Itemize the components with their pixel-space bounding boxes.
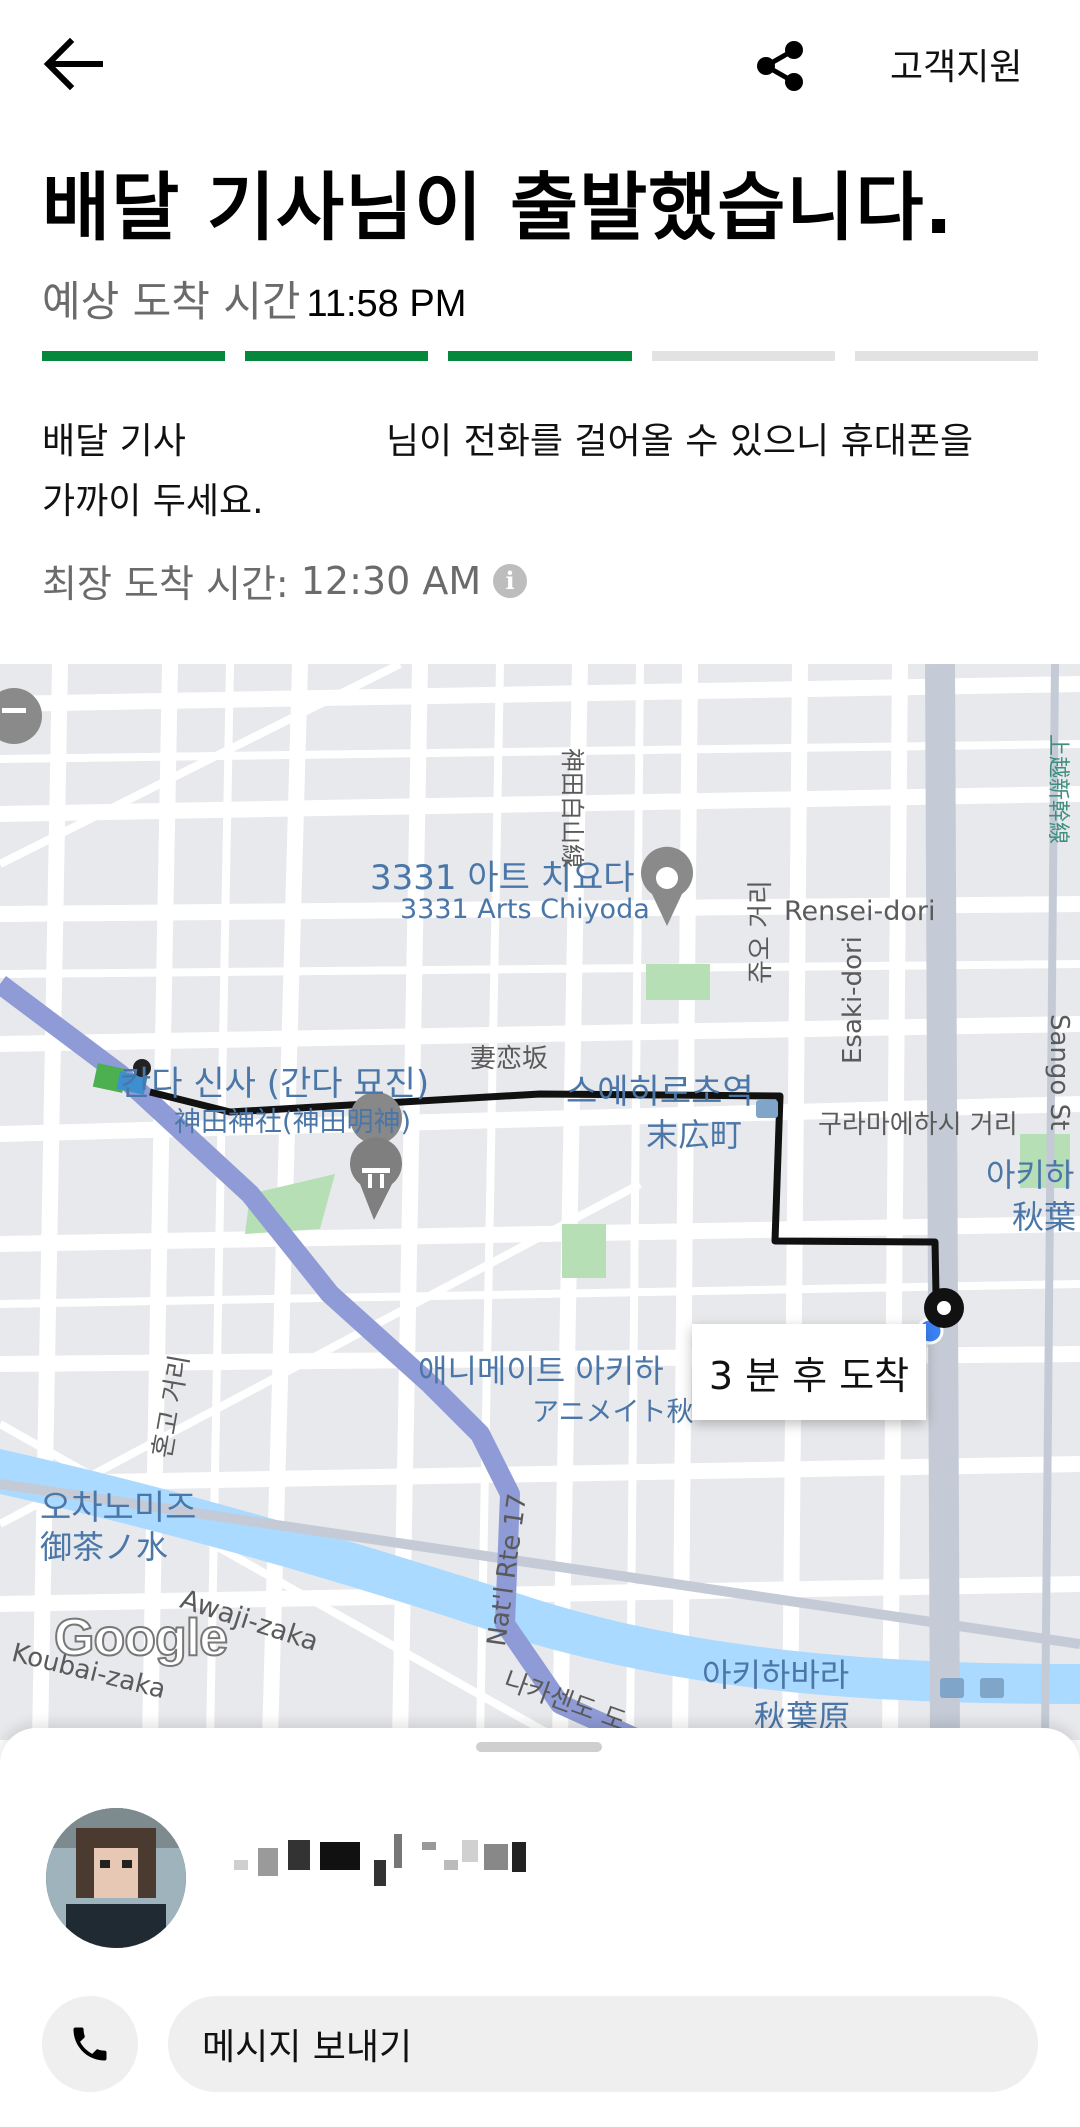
notice-text: 가까이 두세요. bbox=[42, 481, 264, 522]
eta-time: 11:58 PM bbox=[306, 283, 467, 325]
map-label: 스에히로초역 bbox=[566, 1072, 754, 1112]
driver-name-redacted bbox=[234, 1834, 526, 1886]
status-headline: 배달 기사님이 출발했습니다. bbox=[42, 165, 954, 251]
map-label: 아키하바라 bbox=[702, 1656, 850, 1694]
map-label: Sango St bbox=[1044, 1014, 1074, 1131]
map-canvas bbox=[0, 664, 1080, 1740]
notice-text: 님이 전화를 걸어올 수 있으니 휴대폰을 bbox=[385, 421, 974, 462]
map-label: 3331 Arts Chiyoda bbox=[400, 894, 650, 925]
call-button[interactable] bbox=[42, 1996, 138, 2092]
map-label: Esaki-dori bbox=[838, 936, 868, 1064]
map-label: 쥬오 거리 bbox=[746, 880, 776, 984]
delivery-map[interactable]: 3331 아트 치요다 3331 Arts Chiyoda 칸다 신사 (간다 … bbox=[0, 664, 1080, 1740]
eta-row: 예상 도착 시간 11:58 PM bbox=[42, 268, 466, 329]
map-label: 칸다 신사 (간다 묘진) bbox=[120, 1064, 430, 1104]
driver-call-notice: 배달 기사 님이 전화를 걸어올 수 있으니 휴대폰을 가까이 두세요. bbox=[42, 412, 1042, 532]
driver-avatar bbox=[46, 1808, 186, 1948]
share-icon bbox=[757, 41, 803, 91]
map-label: 御茶ノ水 bbox=[40, 1528, 169, 1566]
eta-label: 예상 도착 시간 bbox=[42, 277, 301, 326]
support-link[interactable]: 고객지원 bbox=[890, 38, 1022, 90]
latest-arrival-label: 최장 도착 시간: bbox=[42, 562, 289, 606]
eta-bubble: 3 분 후 도착 bbox=[692, 1324, 926, 1420]
arrow-left-icon bbox=[43, 37, 103, 91]
map-label: 妻恋坂 bbox=[470, 1044, 549, 1074]
map-label: 秋葉 bbox=[1012, 1198, 1077, 1236]
map-label: 神田白山線 bbox=[558, 748, 586, 868]
progress-step bbox=[854, 351, 1039, 361]
top-bar: 고객지원 bbox=[0, 0, 1080, 130]
progress-step bbox=[651, 351, 835, 361]
map-label: 아키하 bbox=[986, 1156, 1075, 1194]
map-label: 애니메이트 아키하 bbox=[418, 1352, 664, 1390]
phone-icon bbox=[73, 2027, 107, 2061]
map-label: アニメイト秋 bbox=[532, 1397, 694, 1428]
map-label: Rensei-dori bbox=[784, 896, 936, 927]
map-label: 末広町 bbox=[646, 1116, 743, 1154]
back-button[interactable] bbox=[40, 36, 106, 92]
notice-text: 배달 기사 bbox=[42, 421, 186, 462]
progress-step bbox=[42, 351, 226, 361]
info-icon[interactable]: i bbox=[493, 563, 528, 598]
google-logo: Google bbox=[53, 1608, 229, 1668]
send-message-button[interactable]: 메시지 보내기 bbox=[168, 1996, 1038, 2092]
latest-arrival-time: 12:30 AM bbox=[300, 558, 482, 603]
driver-sheet: 메시지 보내기 bbox=[0, 1728, 1080, 2127]
map-label: 3331 아트 치요다 bbox=[370, 858, 635, 898]
share-button[interactable] bbox=[750, 38, 810, 94]
progress-step bbox=[245, 351, 429, 361]
progress-step bbox=[448, 351, 632, 361]
avatar-image bbox=[46, 1808, 186, 1948]
map-label: 구라마에하시 거리 bbox=[818, 1110, 1018, 1140]
latest-arrival-row: 최장 도착 시간: 12:30 AM i bbox=[42, 553, 528, 608]
sheet-handle[interactable] bbox=[476, 1742, 602, 1752]
delivery-progress bbox=[42, 351, 1039, 361]
map-label: 上越新幹線 bbox=[1045, 734, 1070, 845]
map-label: 神田神社(神田明神) bbox=[174, 1107, 412, 1138]
